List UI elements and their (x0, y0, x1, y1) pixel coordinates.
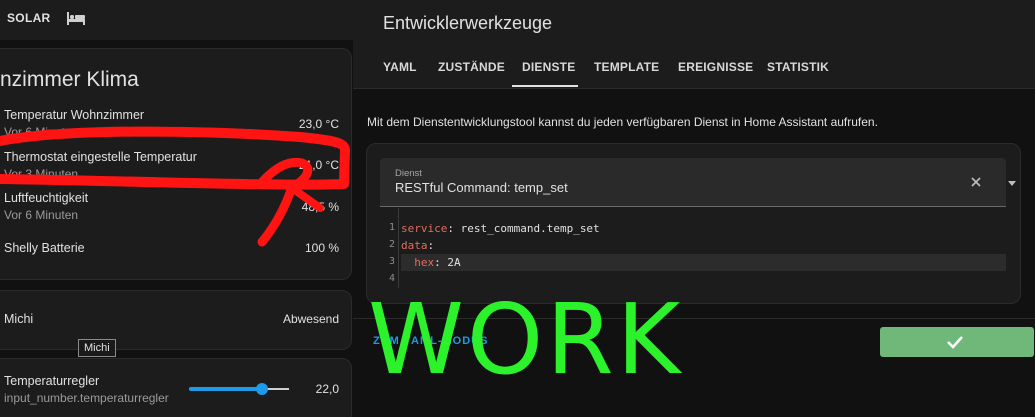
entity-value: 21,0 °C (298, 158, 339, 172)
entity-name: Shelly Batterie (4, 241, 85, 255)
climate-card-title: nzimmer Klima (0, 68, 139, 91)
devtools-header: Entwicklerwerkzeuge YAML ZUSTÄNDE DIENST… (353, 0, 1035, 89)
entity-name: Luftfeuchtigkeit (4, 191, 89, 205)
code-line[interactable]: service: rest_command.temp_set (401, 220, 1006, 237)
line-number: 2 (388, 239, 395, 250)
tab-zustaende[interactable]: ZUSTÄNDE (438, 60, 505, 74)
dropdown-arrow-icon[interactable] (1008, 181, 1016, 186)
bed-icon[interactable] (66, 9, 86, 27)
call-service-button[interactable] (880, 327, 1034, 357)
dashboard-header: SOLAR (0, 0, 353, 40)
yaml-editor[interactable]: 1 2 3 4 service: rest_command.temp_set d… (380, 208, 1006, 288)
service-select[interactable]: Dienst RESTful Command: temp_set (380, 158, 1016, 207)
line-number-gutter: 1 2 3 4 (380, 208, 399, 288)
yaml-key: service (401, 222, 448, 235)
person-name: Michi (4, 312, 34, 326)
page-description: Mit dem Dienstentwicklungstool kannst du… (367, 115, 878, 129)
service-select-value: RESTful Command: temp_set (395, 180, 568, 195)
entity-name: Thermostat eingestelle Temperatur (4, 150, 197, 164)
line-number: 3 (388, 256, 395, 267)
input-number-entity-id: input_number.temperaturregler (4, 391, 169, 405)
entity-value: 23,0 °C (298, 117, 339, 131)
yaml-value: rest_command.temp_set (453, 222, 600, 235)
tab-yaml[interactable]: YAML (383, 60, 417, 74)
tooltip: Michi (78, 339, 116, 357)
tab-statistik[interactable]: STATISTIK (767, 60, 829, 74)
active-tab-indicator (512, 85, 578, 87)
tab-template[interactable]: TEMPLATE (594, 60, 659, 74)
tab-ereignisse[interactable]: EREIGNISSE (678, 60, 753, 74)
entity-value: 48,5 % (301, 200, 339, 214)
work-overlay-text: WORK (368, 283, 684, 396)
check-icon (947, 336, 963, 349)
entity-value: 100 % (304, 241, 339, 255)
yaml-key: data (401, 239, 428, 252)
input-number-value: 22,0 (315, 382, 339, 396)
entity-last-changed: Vor 6 Minuten (4, 208, 79, 222)
dashboard-panel: SOLAR nzimmer Klima Temperatur Wohnzimme… (0, 0, 353, 417)
service-select-label: Dienst (395, 168, 422, 179)
person-state: Abwesend (282, 312, 339, 326)
code-line[interactable]: data: (401, 237, 1006, 254)
view-tab-solar[interactable]: SOLAR (7, 11, 51, 25)
code-line-active[interactable]: hex: 2A (401, 254, 1006, 271)
tab-dienste[interactable]: DIENSTE (522, 60, 575, 74)
entity-last-changed: Vor 6 Minuten (4, 125, 79, 139)
line-number: 1 (388, 222, 395, 233)
entity-last-changed: Vor 3 Minuten (4, 167, 79, 181)
temperature-slider[interactable] (189, 383, 289, 395)
entity-name: Temperatur Wohnzimmer (4, 108, 145, 122)
slider-thumb[interactable] (256, 383, 268, 395)
page-title: Entwicklerwerkzeuge (383, 13, 553, 33)
yaml-key: hex (401, 256, 435, 269)
slider-fill (189, 387, 262, 391)
input-number-name: Temperaturregler (4, 374, 100, 388)
clear-icon[interactable] (969, 175, 983, 189)
yaml-value: 2A (440, 256, 461, 269)
